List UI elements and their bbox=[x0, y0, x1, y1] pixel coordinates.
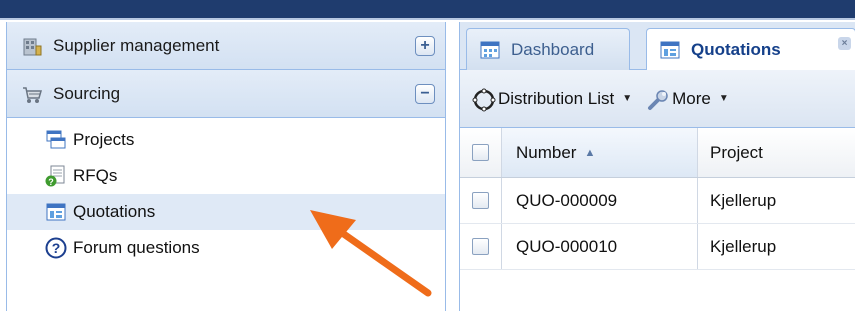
sidebar-item-projects[interactable]: Projects bbox=[7, 122, 445, 158]
wrench-icon bbox=[646, 88, 668, 110]
quotations-grid: Number ▲ Project QUO-000009 Kjellerup QU… bbox=[460, 128, 855, 270]
question-icon: ? bbox=[45, 237, 67, 259]
tab-strip: Dashboard Quotations × bbox=[460, 22, 855, 71]
tab-label: Quotations bbox=[691, 40, 781, 59]
quotation-number: QUO-000010 bbox=[516, 236, 618, 256]
cell-number: QUO-000010 bbox=[502, 224, 698, 269]
row-checkbox[interactable] bbox=[472, 192, 489, 209]
dashboard-icon bbox=[479, 39, 501, 61]
sidebar: Supplier management + Sourcing − Project… bbox=[6, 22, 446, 311]
sidebar-item-label: Quotations bbox=[73, 202, 156, 221]
expand-button[interactable]: + bbox=[415, 36, 435, 56]
section-sourcing[interactable]: Sourcing − bbox=[7, 70, 445, 118]
more-label: More bbox=[672, 88, 711, 108]
row-check-cell bbox=[460, 224, 502, 269]
project-name: Kjellerup bbox=[710, 190, 777, 210]
app-top-bar bbox=[0, 0, 855, 20]
select-all-cell bbox=[460, 128, 502, 177]
column-header-label: Number bbox=[516, 142, 577, 162]
sidebar-item-rfqs[interactable]: ? RFQs bbox=[7, 158, 445, 194]
collapse-button[interactable]: − bbox=[415, 84, 435, 104]
column-header-number[interactable]: Number ▲ bbox=[502, 128, 698, 177]
section-label: Supplier management bbox=[53, 35, 220, 55]
close-tab-icon[interactable]: × bbox=[838, 37, 851, 50]
sort-ascending-icon: ▲ bbox=[584, 146, 596, 159]
table-row[interactable]: QUO-000009 Kjellerup bbox=[460, 178, 855, 224]
column-header-project[interactable]: Project bbox=[698, 128, 855, 177]
quotations-icon bbox=[45, 201, 67, 223]
sourcing-nav-list: Projects ? RFQs Quotations ? Forum quest… bbox=[7, 118, 445, 266]
main-panel: Dashboard Quotations × Distribution List… bbox=[459, 22, 855, 311]
distribution-list-label: Distribution List bbox=[498, 88, 615, 108]
tab-dashboard[interactable]: Dashboard bbox=[466, 28, 630, 70]
sidebar-item-quotations[interactable]: Quotations bbox=[7, 194, 445, 230]
cart-icon bbox=[21, 83, 43, 105]
rfq-icon: ? bbox=[45, 165, 67, 187]
cell-number: QUO-000009 bbox=[502, 178, 698, 223]
svg-text:?: ? bbox=[48, 177, 54, 187]
refresh-cycle-icon bbox=[472, 88, 496, 111]
column-header-label: Project bbox=[710, 142, 763, 162]
cell-project: Kjellerup bbox=[698, 178, 855, 223]
projects-icon bbox=[45, 129, 67, 151]
toolbar: Distribution List ▼ More ▼ bbox=[460, 70, 855, 128]
quotation-number: QUO-000009 bbox=[516, 190, 618, 210]
chevron-down-icon: ▼ bbox=[718, 93, 729, 104]
more-button[interactable]: More ▼ bbox=[646, 83, 729, 115]
quotations-icon bbox=[659, 39, 681, 61]
distribution-list-button[interactable]: Distribution List ▼ bbox=[472, 83, 632, 115]
sidebar-item-label: Projects bbox=[73, 130, 135, 149]
project-name: Kjellerup bbox=[710, 236, 777, 256]
tab-label: Dashboard bbox=[511, 39, 595, 59]
sidebar-item-label: Forum questions bbox=[73, 238, 200, 257]
section-label: Sourcing bbox=[53, 83, 121, 103]
cell-project: Kjellerup bbox=[698, 224, 855, 269]
grid-header-row: Number ▲ Project bbox=[460, 128, 855, 178]
section-supplier-management[interactable]: Supplier management + bbox=[7, 22, 445, 70]
row-checkbox[interactable] bbox=[472, 238, 489, 255]
table-row[interactable]: QUO-000010 Kjellerup bbox=[460, 224, 855, 270]
row-check-cell bbox=[460, 178, 502, 223]
sidebar-item-forum-questions[interactable]: ? Forum questions bbox=[7, 230, 445, 266]
tab-quotations[interactable]: Quotations × bbox=[646, 28, 855, 71]
sidebar-item-label: RFQs bbox=[73, 166, 118, 185]
chevron-down-icon: ▼ bbox=[622, 93, 633, 104]
select-all-checkbox[interactable] bbox=[472, 144, 489, 161]
svg-text:?: ? bbox=[52, 240, 61, 256]
building-icon bbox=[21, 35, 43, 57]
